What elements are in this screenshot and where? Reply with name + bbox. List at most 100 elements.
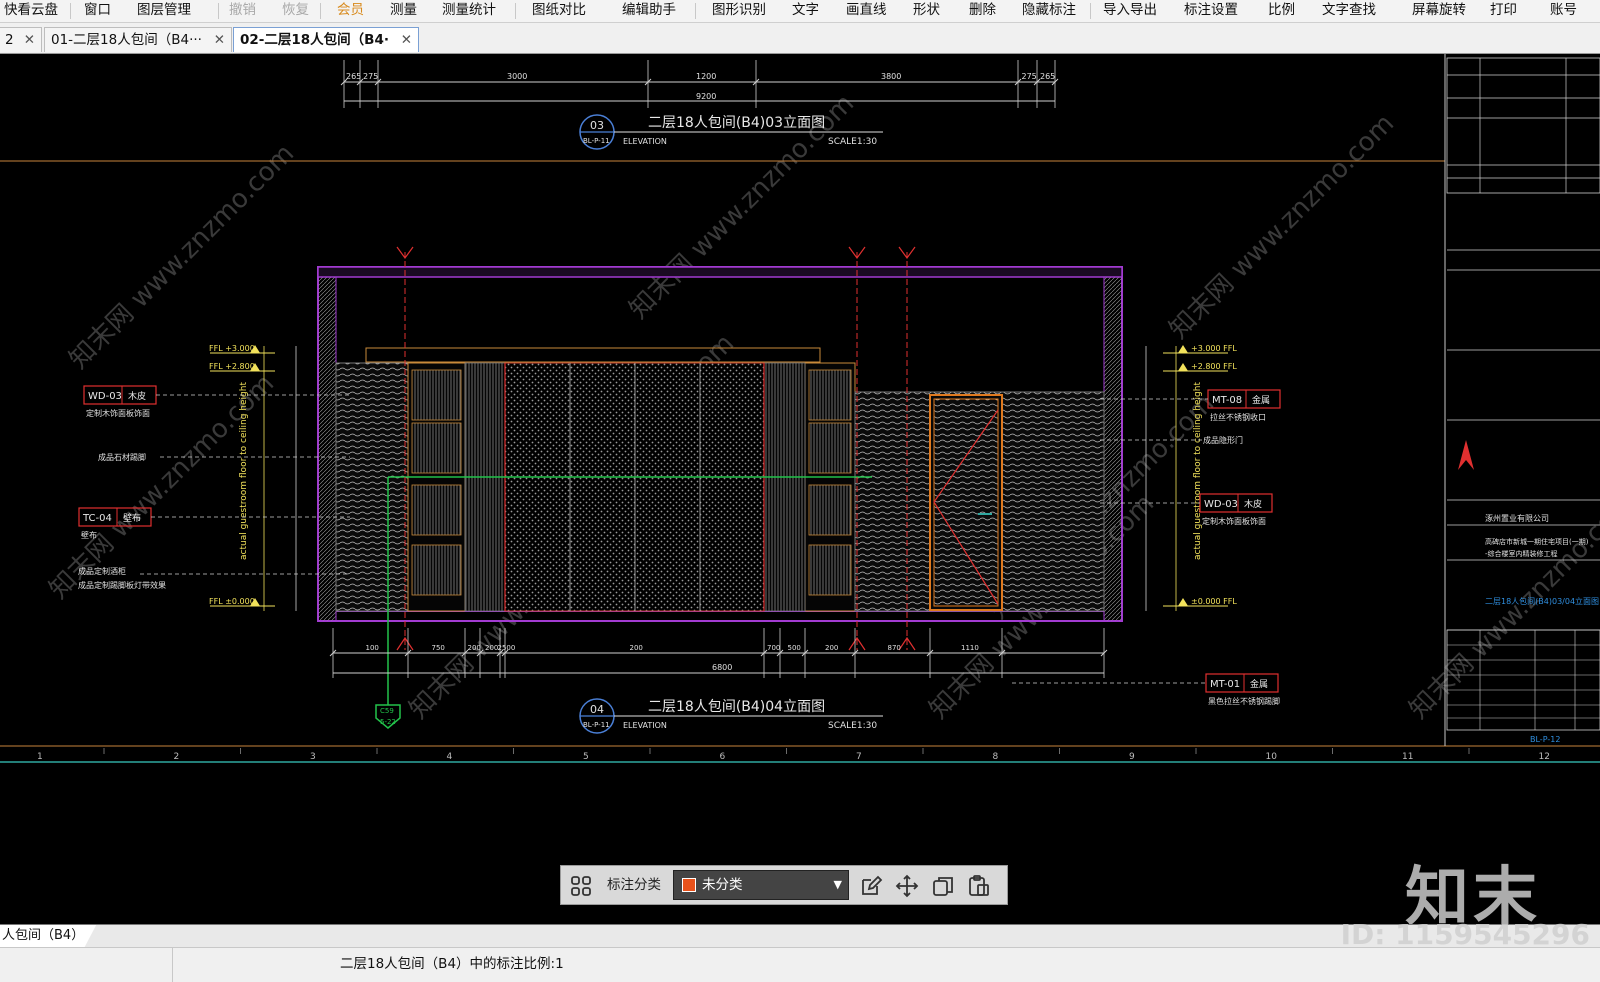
revision-table <box>1446 57 1600 194</box>
dimension-label: 200 <box>485 644 498 652</box>
dimension-label: 3800 <box>881 72 901 81</box>
category-selected-value: 未分类 <box>702 877 743 893</box>
menu-divider <box>218 3 219 19</box>
slatted-panel <box>464 362 506 612</box>
document-tab[interactable]: 01-二层18人包间（B4··· ✕ <box>44 27 232 52</box>
status-bar: 二层18人包间（B4）中的标注比例:1 <box>0 947 1600 982</box>
level-mark-label: FFL +2.800 <box>209 362 255 371</box>
dimension-label: 700 <box>767 644 780 652</box>
elevation-tag-sheet: BL-P-11 <box>583 721 610 729</box>
ruler-label: 8 <box>993 752 999 762</box>
layout-tab[interactable]: 人包间（B4） <box>0 925 97 947</box>
cabinet-shelf <box>411 369 462 421</box>
move-icon[interactable] <box>895 874 919 898</box>
left-wall-section <box>317 276 337 622</box>
edit-annotation-icon[interactable] <box>859 874 883 898</box>
menu-item[interactable]: 账号 <box>1550 0 1577 22</box>
chevron-down-icon: ▼ <box>833 878 842 891</box>
material-note: 黑色拉丝不锈钢踢脚 <box>1208 696 1280 706</box>
document-tab[interactable]: 2 ✕ <box>0 27 42 52</box>
menu-item[interactable]: 图纸对比 <box>532 0 586 22</box>
dimension-label: 3000 <box>507 72 527 81</box>
level-mark-triangle <box>1178 598 1188 606</box>
close-icon[interactable]: ✕ <box>401 28 412 52</box>
document-tab[interactable]: 02-二层18人包间（B4· ✕ <box>233 27 419 52</box>
dimension-label: 265 <box>1040 72 1055 81</box>
menu-item[interactable]: 文字查找 <box>1322 0 1376 22</box>
drawing-canvas[interactable]: 知末网 www.znzmo.com 知末网 www.znzmo.com 知末网 ww… <box>0 54 1600 927</box>
slatted-panel <box>763 362 806 612</box>
material-code: MT-08 <box>1212 395 1242 406</box>
ruler-label: 7 <box>856 752 862 762</box>
section-mark-label: C59 <box>380 707 394 715</box>
menu-item[interactable]: 文字 <box>792 0 819 22</box>
material-code: WD-03 <box>1204 499 1238 510</box>
project-name: 高碑店市新城一期住宅项目(一期) <box>1485 537 1589 546</box>
level-mark-triangle <box>1178 345 1188 353</box>
section-mark-label: 5-22 <box>380 718 396 726</box>
dimension-label: 200 <box>468 644 481 652</box>
ceiling-bulkhead <box>365 347 821 363</box>
ruler-label: 4 <box>447 752 453 762</box>
dimension-label: 275 <box>363 72 378 81</box>
menu-item[interactable]: 图形识别 <box>712 0 766 22</box>
dimension-label: 2500 <box>498 644 516 652</box>
close-icon[interactable]: ✕ <box>214 28 225 52</box>
project-name: -综合楼室内精装修工程 <box>1485 549 1558 558</box>
document-tab-bar: 2 ✕ 01-二层18人包间（B4··· ✕ 02-二层18人包间（B4· ✕ <box>0 23 1600 54</box>
cabinet-shelf <box>411 544 462 596</box>
menu-item[interactable]: 撤销 <box>229 0 256 22</box>
dimension-total: 6800 <box>712 663 732 672</box>
elevation-scale: SCALE1:30 <box>828 137 877 147</box>
cad-drawing[interactable]: 知末网 www.znzmo.com 知末网 www.znzmo.com 知末网 ww… <box>0 54 1600 927</box>
menu-item[interactable]: 测量统计 <box>442 0 496 22</box>
menu-item[interactable]: 删除 <box>969 0 996 22</box>
grid-categories-icon[interactable] <box>569 874 593 898</box>
menu-divider <box>1090 3 1091 19</box>
sheet-title: 二层18人包间(B4)03/04立面图 <box>1485 596 1599 606</box>
paste-icon[interactable] <box>967 874 991 898</box>
annotation-category-label: 标注分类 <box>607 877 661 893</box>
menu-item[interactable]: 打印 <box>1490 0 1517 22</box>
menu-item[interactable]: 形状 <box>913 0 940 22</box>
menu-item[interactable]: 屏幕旋转 <box>1412 0 1466 22</box>
dimension-label: 200 <box>630 644 643 652</box>
close-icon[interactable]: ✕ <box>24 28 35 52</box>
menu-item[interactable]: 图层管理 <box>137 0 191 22</box>
sheet-number: BL-P-12 <box>1530 735 1560 744</box>
menu-item[interactable]: 窗口 <box>84 0 111 22</box>
dimension-label: 500 <box>788 644 801 652</box>
copy-icon[interactable] <box>931 874 955 898</box>
material-name: 木皮 <box>128 390 146 402</box>
annotation-category-select[interactable]: 未分类 ▼ <box>673 870 849 900</box>
tab-label: 01-二层18人包间（B4··· <box>51 32 202 48</box>
elevation-tag-sheet: BL-P-11 <box>583 137 610 145</box>
cabinet-shelf <box>808 369 852 421</box>
annotation-note: 成品定制酒柜 <box>78 566 126 576</box>
menu-item[interactable]: 标注设置 <box>1184 0 1238 22</box>
material-code: MT-01 <box>1210 679 1240 690</box>
menu-item[interactable]: 快看云盘 <box>4 0 58 22</box>
menu-item[interactable]: 隐藏标注 <box>1022 0 1076 22</box>
material-name: 金属 <box>1252 394 1270 406</box>
vertical-note: actual guestroom floor to ceiling height <box>1193 382 1203 560</box>
material-code: TC-04 <box>82 513 112 524</box>
ruler-label: 6 <box>720 752 726 762</box>
annotation-note: 成品石材踢脚 <box>98 452 146 462</box>
menu-item[interactable]: 会员 <box>337 0 364 22</box>
menu-item[interactable]: 测量 <box>390 0 417 22</box>
menu-item[interactable]: 编辑助手 <box>622 0 676 22</box>
vertical-note: actual guestroom floor to ceiling height <box>239 382 249 560</box>
dimension-label: 1200 <box>696 72 716 81</box>
company-logo <box>1458 440 1474 470</box>
menu-item[interactable]: 画直线 <box>846 0 887 22</box>
tab-label: 02-二层18人包间（B4· <box>240 32 389 48</box>
menu-item[interactable]: 恢复 <box>282 0 309 22</box>
annotation-note: 成品定制踢脚板灯带效果 <box>78 580 166 590</box>
ruler-label: 1 <box>37 752 43 762</box>
ruler-label: 12 <box>1539 752 1550 762</box>
menu-item[interactable]: 比例 <box>1268 0 1295 22</box>
client-name: 涿州置业有限公司 <box>1485 513 1549 523</box>
menu-item[interactable]: 导入导出 <box>1103 0 1157 22</box>
cabinet-shelf <box>808 422 852 474</box>
